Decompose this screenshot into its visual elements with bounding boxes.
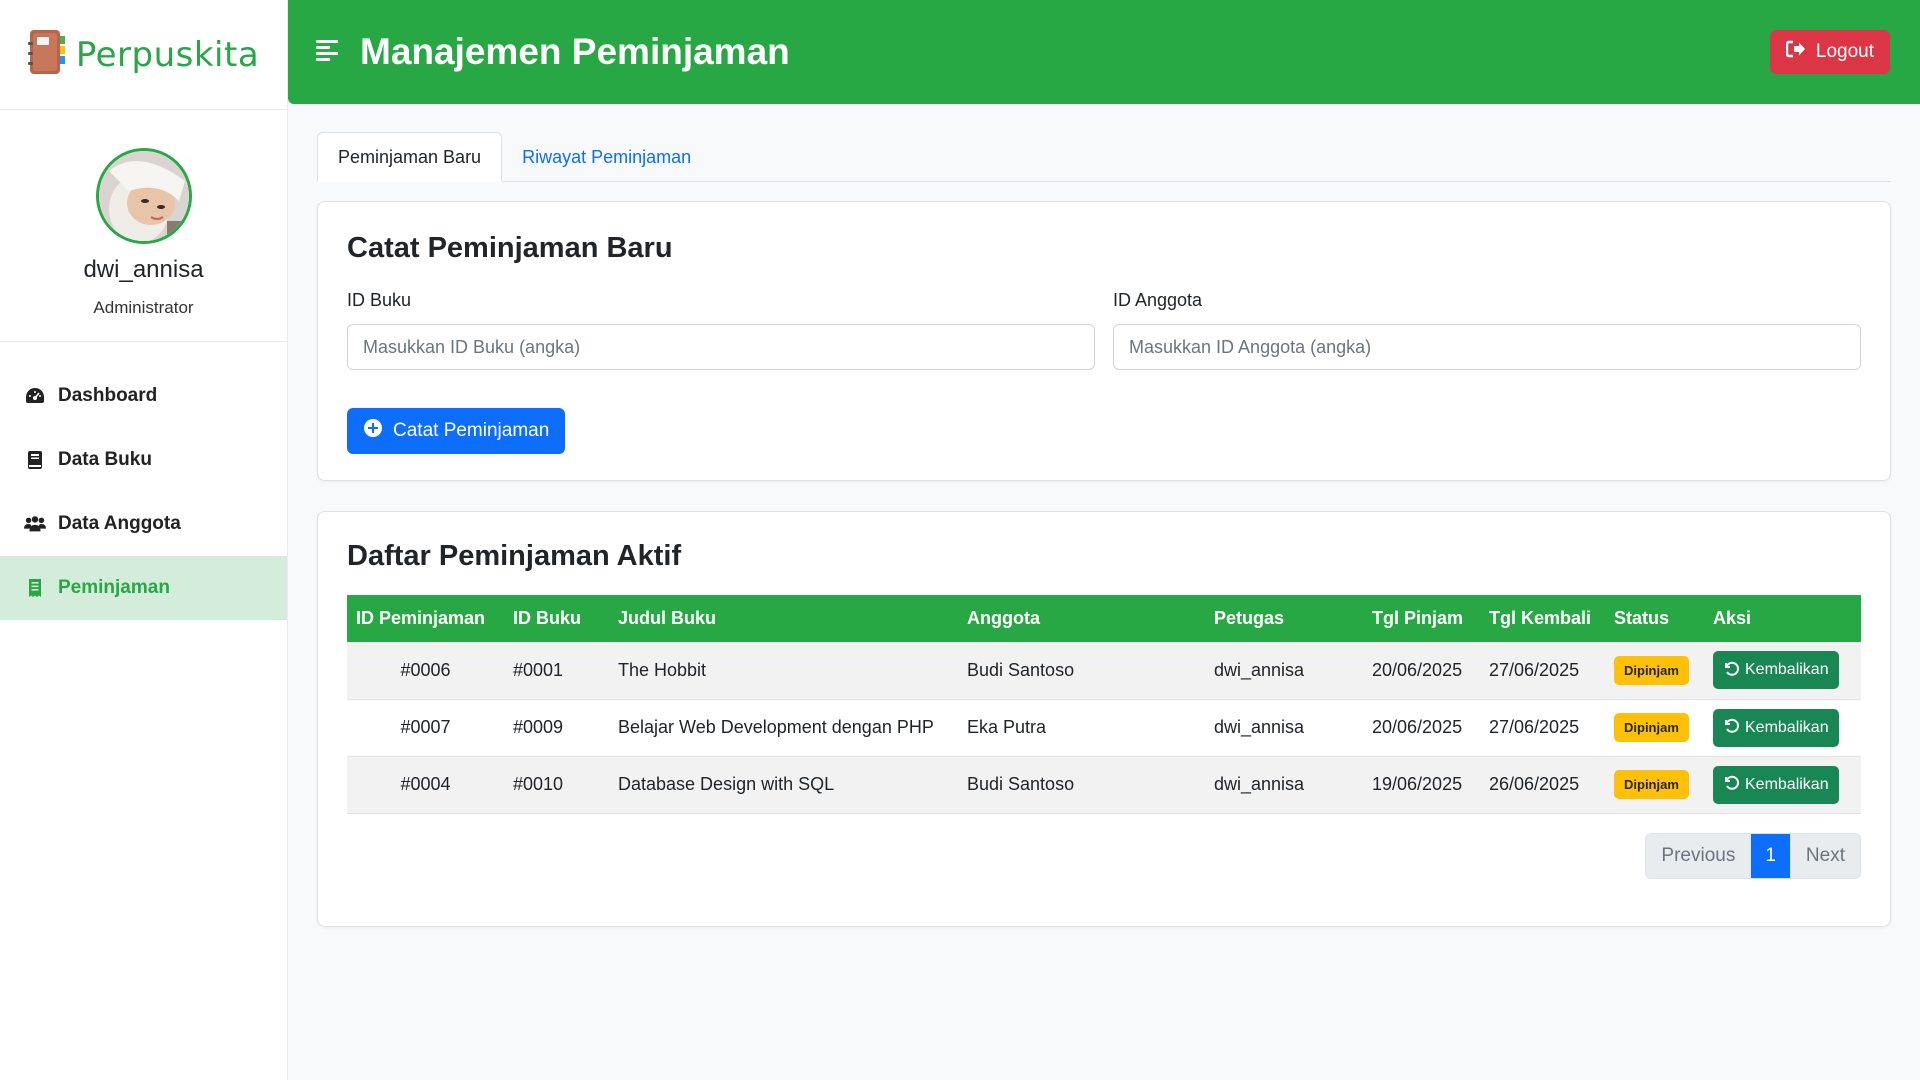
loan-id-cell: #0006	[400, 659, 451, 680]
sidebar-item-label: Data Anggota	[58, 513, 181, 534]
sidebar-item-dashboard[interactable]: Dashboard	[0, 364, 287, 428]
return-date-cell: 26/06/2025	[1489, 774, 1580, 794]
sidebar-nav: Dashboard Data Buku Data Anggota Peminja…	[0, 364, 287, 620]
sidebar: Perpuskita dwi_annisa Administrator Dash…	[0, 0, 288, 1080]
sidebar-item-label: Peminjaman	[58, 577, 170, 598]
book-title-cell: The Hobbit	[618, 659, 707, 680]
book-id-cell: #0010	[513, 774, 564, 794]
action-cell: Kembalikan	[1704, 699, 1861, 756]
borrow-date-cell: 20/06/2025	[1372, 717, 1463, 737]
return-book-label: Kembalikan	[1745, 775, 1829, 793]
submit-loan-label: Catat Peminjaman	[393, 420, 550, 441]
sidebar-item-data-buku[interactable]: Data Buku	[0, 428, 287, 492]
officer-cell: dwi_annisa	[1214, 774, 1305, 794]
book-title-cell: Belajar Web Development dengan PHP	[618, 717, 934, 737]
column-header[interactable]: Tgl Pinjam	[1363, 595, 1480, 642]
column-header[interactable]: Anggota	[958, 595, 1205, 642]
column-header[interactable]: Judul Buku	[609, 595, 958, 642]
loan-id-cell: #0004	[400, 774, 451, 794]
logout-label: Logout	[1815, 41, 1874, 62]
table-header-row: ID Peminjaman ID Buku Judul Buku Anggota…	[347, 595, 1861, 642]
borrow-date-cell: 20/06/2025	[1372, 659, 1463, 680]
active-loans-card: Daftar Peminjaman Aktif ID Peminjaman ID…	[317, 511, 1891, 927]
column-header[interactable]: ID Buku	[504, 595, 609, 642]
user-role: Administrator	[93, 298, 194, 317]
member-id-input[interactable]	[1113, 324, 1861, 370]
return-book-label: Kembalikan	[1745, 661, 1829, 679]
loans-table: ID Peminjaman ID Buku Judul Buku Anggota…	[347, 595, 1861, 814]
action-cell: Kembalikan	[1704, 642, 1861, 699]
loans-table-wrapper: ID Peminjaman ID Buku Judul Buku Anggota…	[347, 595, 1861, 814]
tab-riwayat-peminjaman[interactable]: Riwayat Peminjaman	[502, 132, 711, 182]
member-cell: Budi Santoso	[967, 774, 1075, 794]
active-loans-title: Daftar Peminjaman Aktif	[347, 540, 682, 572]
column-header[interactable]: Petugas	[1205, 595, 1363, 642]
column-header[interactable]: Aksi	[1704, 595, 1861, 642]
gauge-icon	[24, 385, 46, 407]
pagination-page-current[interactable]: 1	[1750, 834, 1790, 878]
sidebar-item-peminjaman[interactable]: Peminjaman	[0, 556, 287, 620]
new-loan-card: Catat Peminjaman Baru ID Buku ID Anggota…	[317, 201, 1891, 481]
book-id-input[interactable]	[347, 324, 1095, 370]
user-profile: dwi_annisa Administrator	[0, 110, 287, 342]
status-badge: Dipinjam	[1614, 713, 1689, 742]
sidebar-item-label: Data Buku	[58, 449, 152, 470]
book-id-cell: #0001	[513, 659, 564, 680]
member-cell: Eka Putra	[967, 717, 1047, 737]
book-id-label: ID Buku	[347, 290, 412, 310]
pagination-previous[interactable]: Previous	[1646, 834, 1751, 878]
pagination: Previous 1 Next	[1645, 833, 1861, 879]
book-id-cell: #0009	[513, 717, 564, 737]
plus-circle-icon	[363, 418, 383, 444]
page-title: Manajemen Peminjaman	[360, 31, 790, 72]
brand-name: Perpuskita	[75, 34, 260, 75]
book-title-cell: Database Design with SQL	[618, 774, 835, 794]
tab-bar: Peminjaman Baru Riwayat Peminjaman	[317, 132, 1891, 182]
book-logo-icon	[27, 28, 68, 81]
undo-icon	[1723, 660, 1740, 681]
officer-cell: dwi_annisa	[1214, 717, 1305, 737]
username: dwi_annisa	[83, 256, 204, 283]
submit-loan-button[interactable]: Catat Peminjaman	[347, 408, 566, 454]
receipt-icon	[24, 577, 46, 599]
logout-button[interactable]: Logout	[1769, 30, 1890, 74]
brand[interactable]: Perpuskita	[0, 0, 287, 110]
member-id-label: ID Anggota	[1113, 290, 1203, 310]
sign-out-icon	[1785, 40, 1806, 64]
borrow-date-cell: 19/06/2025	[1372, 774, 1463, 794]
avatar	[95, 148, 192, 244]
top-header: Manajemen Peminjaman Logout	[288, 0, 1920, 104]
return-book-label: Kembalikan	[1745, 718, 1829, 736]
book-icon	[24, 449, 46, 471]
status-cell: Dipinjam	[1605, 642, 1704, 699]
tab-peminjaman-baru[interactable]: Peminjaman Baru	[317, 132, 503, 182]
column-header[interactable]: ID Peminjaman	[347, 595, 504, 642]
users-icon	[24, 513, 46, 535]
officer-cell: dwi_annisa	[1214, 659, 1305, 680]
column-header[interactable]: Status	[1605, 595, 1704, 642]
return-book-button[interactable]: Kembalikan	[1713, 708, 1839, 747]
table-row: #0006 #0001 The Hobbit Budi Santoso dwi_…	[347, 642, 1861, 699]
status-cell: Dipinjam	[1605, 756, 1704, 813]
menu-toggle-icon[interactable]	[316, 38, 342, 67]
return-book-button[interactable]: Kembalikan	[1713, 765, 1839, 804]
status-badge: Dipinjam	[1614, 655, 1689, 685]
return-book-button[interactable]: Kembalikan	[1713, 651, 1839, 690]
action-cell: Kembalikan	[1704, 756, 1861, 813]
sidebar-item-data-anggota[interactable]: Data Anggota	[0, 492, 287, 556]
undo-icon	[1723, 717, 1740, 738]
return-date-cell: 27/06/2025	[1489, 659, 1580, 680]
undo-icon	[1723, 774, 1740, 795]
column-header[interactable]: Tgl Kembali	[1480, 595, 1605, 642]
status-cell: Dipinjam	[1605, 699, 1704, 756]
new-loan-title: Catat Peminjaman Baru	[347, 232, 673, 264]
table-row: #0007 #0009 Belajar Web Development deng…	[347, 699, 1861, 756]
return-date-cell: 27/06/2025	[1489, 717, 1580, 737]
table-row: #0004 #0010 Database Design with SQL Bud…	[347, 756, 1861, 813]
loan-id-cell: #0007	[400, 717, 451, 737]
member-cell: Budi Santoso	[967, 659, 1075, 680]
pagination-next[interactable]: Next	[1789, 834, 1860, 878]
status-badge: Dipinjam	[1614, 770, 1689, 799]
sidebar-item-label: Dashboard	[58, 385, 158, 406]
